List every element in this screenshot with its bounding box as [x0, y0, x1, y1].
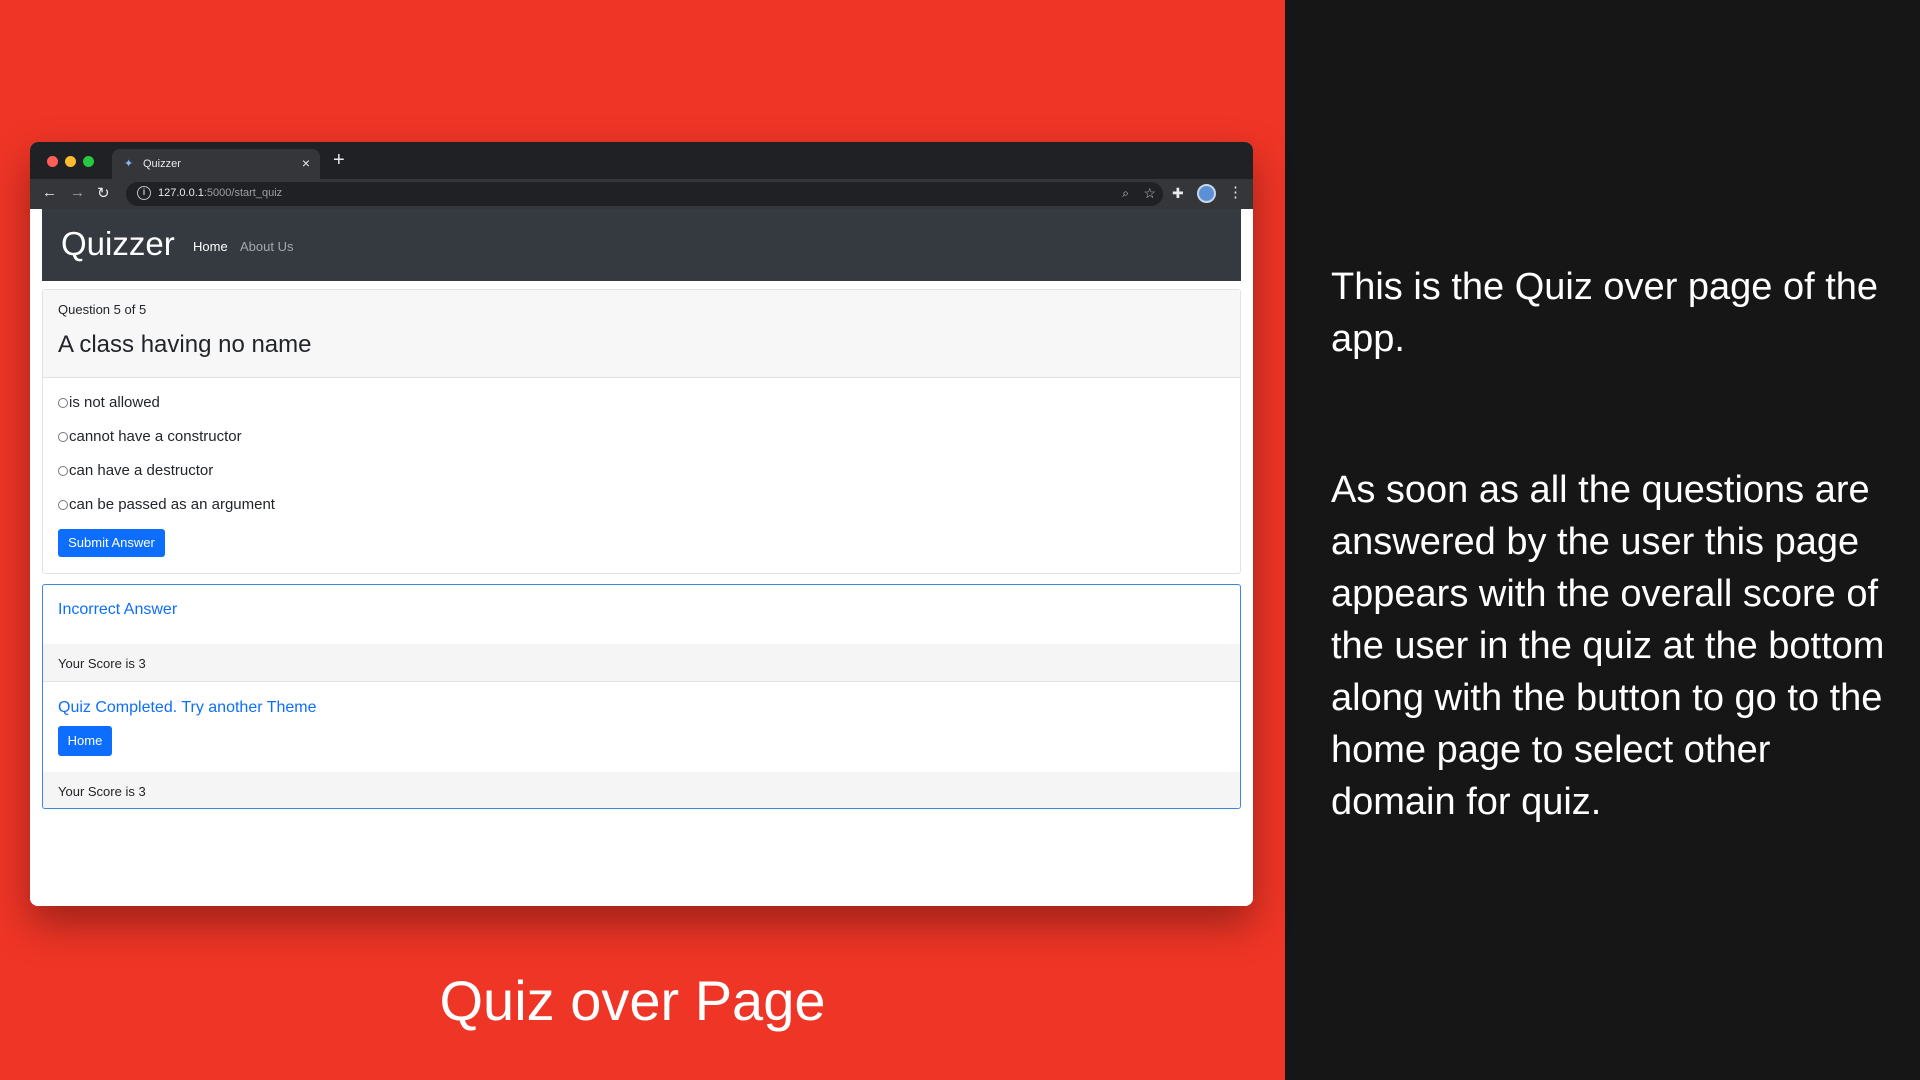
- radio-button[interactable]: [58, 431, 68, 442]
- score-footer: Your Score is 3: [43, 644, 1240, 682]
- slide-caption: Quiz over Page: [439, 969, 826, 1032]
- question-title: A class having no name: [58, 331, 312, 358]
- option-label: can have a destructor: [69, 462, 214, 479]
- tab-close-icon[interactable]: ×: [302, 155, 310, 171]
- final-score-footer: Your Score is 3: [43, 772, 1240, 808]
- address-bar[interactable]: i 127.0.0.1:5000/start_quiz ⌕ ☆: [126, 182, 1163, 206]
- nav-link-about[interactable]: About Us: [240, 239, 293, 254]
- quiz-completed-title: Quiz Completed. Try another Theme: [58, 699, 317, 716]
- star-icon[interactable]: ☆: [1143, 185, 1156, 202]
- radio-button[interactable]: [58, 499, 68, 510]
- question-header: Question 5 of 5 A class having no name: [43, 290, 1240, 378]
- minimize-window-dot[interactable]: [65, 156, 76, 167]
- result-card: Incorrect Answer Your Score is 3 Quiz Co…: [42, 584, 1241, 809]
- result-title: Incorrect Answer: [58, 601, 178, 618]
- site-navbar: Quizzer Home About Us: [42, 209, 1241, 281]
- profile-icon[interactable]: [1197, 184, 1216, 203]
- score-text: Your Score is 3: [58, 656, 146, 671]
- final-score-text: Your Score is 3: [58, 784, 146, 799]
- home-button[interactable]: Home: [58, 726, 112, 756]
- url-host: 127.0.0.1: [158, 187, 204, 199]
- web-page: Quizzer Home About Us Question 5 of 5 A …: [30, 209, 1253, 906]
- maximize-window-dot[interactable]: [83, 156, 94, 167]
- puzzle-icon[interactable]: ✚: [1172, 185, 1184, 202]
- answer-option[interactable]: can have a destructor: [58, 462, 213, 479]
- kebab-menu-icon[interactable]: ⋮: [1228, 183, 1243, 201]
- radio-button[interactable]: [58, 465, 68, 476]
- back-arrow-icon[interactable]: ←: [42, 184, 57, 201]
- new-tab-icon[interactable]: +: [333, 149, 345, 172]
- radio-button[interactable]: [58, 397, 68, 408]
- browser-toolbar: ← → ↻ i 127.0.0.1:5000/start_quiz ⌕ ☆ ✚ …: [30, 179, 1253, 209]
- option-label: can be passed as an argument: [69, 496, 275, 513]
- browser-tab[interactable]: ✦ Quizzer ×: [112, 149, 320, 179]
- navbar-brand[interactable]: Quizzer: [61, 225, 175, 263]
- favicon-icon: ✦: [124, 158, 134, 170]
- option-label: is not allowed: [69, 394, 160, 411]
- forward-arrow-icon[interactable]: →: [70, 184, 85, 201]
- tab-strip: ✦ Quizzer × +: [30, 142, 1253, 179]
- url-text[interactable]: 127.0.0.1:5000/start_quiz: [158, 187, 282, 199]
- browser-window: ✦ Quizzer × + ← → ↻ i 127.0.0.1:5000/sta…: [30, 142, 1253, 906]
- question-counter: Question 5 of 5: [58, 302, 147, 317]
- question-card: Question 5 of 5 A class having no name i…: [42, 289, 1241, 574]
- description-paragraph-1: This is the Quiz over page of the app.: [1331, 266, 1879, 360]
- option-label: cannot have a constructor: [69, 428, 242, 445]
- tab-title: Quizzer: [143, 158, 181, 170]
- close-window-dot[interactable]: [47, 156, 58, 167]
- info-icon[interactable]: i: [137, 186, 151, 200]
- answer-option[interactable]: is not allowed: [58, 394, 160, 411]
- submit-answer-button[interactable]: Submit Answer: [58, 529, 165, 557]
- zoom-icon[interactable]: ⌕: [1122, 186, 1129, 201]
- description-paragraph-2: As soon as all the questions are answere…: [1331, 469, 1885, 823]
- nav-link-home[interactable]: Home: [193, 239, 228, 254]
- reload-icon[interactable]: ↻: [97, 184, 110, 202]
- answer-option[interactable]: can be passed as an argument: [58, 496, 275, 513]
- answer-option[interactable]: cannot have a constructor: [58, 428, 242, 445]
- url-path: :5000/start_quiz: [203, 187, 283, 199]
